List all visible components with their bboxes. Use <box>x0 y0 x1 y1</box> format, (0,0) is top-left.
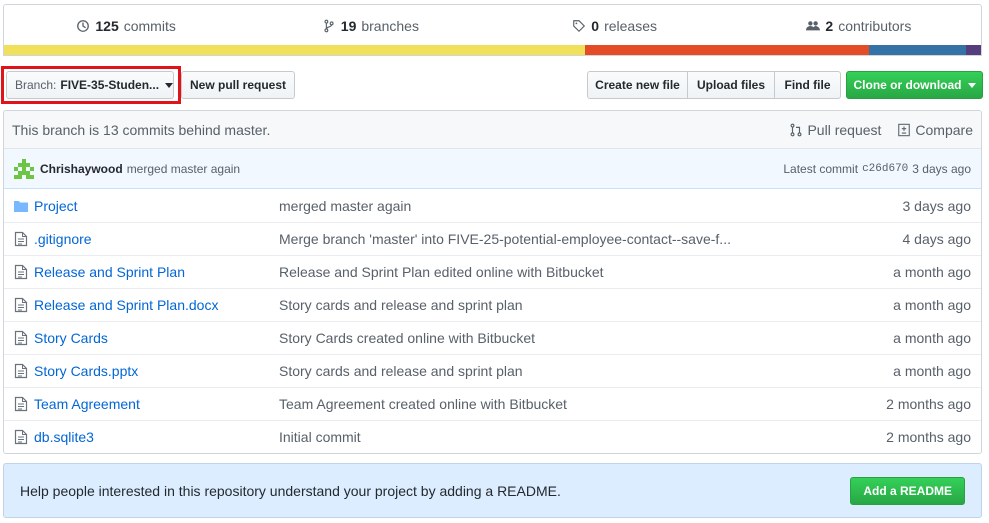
new-pull-request-button[interactable]: New pull request <box>181 71 295 99</box>
file-name-link[interactable]: Story Cards.pptx <box>34 363 279 379</box>
commits-count: 125 <box>95 18 119 34</box>
file-row: Team Agreement Team Agreement created onl… <box>4 387 981 420</box>
language-bar[interactable] <box>4 45 981 55</box>
commit-author[interactable]: Chrishaywood <box>40 162 123 176</box>
branches-label: branches <box>361 18 419 34</box>
file-icon <box>4 330 34 346</box>
contributors-count: 2 <box>825 18 834 34</box>
commits-stat[interactable]: 125 commits <box>4 5 248 47</box>
pull-request-link[interactable]: Pull request <box>789 122 881 138</box>
file-row: Project merged master again 3 days ago <box>4 189 981 222</box>
compare-link[interactable]: Compare <box>897 122 973 138</box>
file-name-link[interactable]: Story Cards <box>34 330 279 346</box>
pull-request-icon <box>791 123 802 136</box>
caret-down-icon <box>165 82 174 88</box>
upload-files-button[interactable]: Upload files <box>687 71 775 99</box>
language-segment[interactable] <box>966 45 981 55</box>
latest-commit-prefix: Latest commit <box>783 161 859 176</box>
latest-commit-bar: Chrishaywood merged master again Latest … <box>4 149 981 189</box>
file-commit-message[interactable]: Team Agreement created online with Bitbu… <box>279 396 831 412</box>
commit-message[interactable]: merged master again <box>127 162 240 176</box>
file-commit-age: a month ago <box>893 363 971 379</box>
branches-stat[interactable]: 19 branches <box>248 5 492 47</box>
file-name-link[interactable]: Team Agreement <box>34 396 279 412</box>
commit-sha[interactable]: c26d670 <box>862 163 908 175</box>
readme-prompt-text: Help people interested in this repositor… <box>20 482 561 499</box>
file-commit-message[interactable]: Merge branch 'master' into FIVE-25-poten… <box>279 231 831 247</box>
file-commit-message[interactable]: Story Cards created online with Bitbucke… <box>279 330 831 346</box>
compare-label: Compare <box>915 121 973 138</box>
diff-icon <box>898 123 911 136</box>
caret-down-icon <box>967 82 976 88</box>
branches-count: 19 <box>340 18 357 34</box>
file-commit-message[interactable]: Story cards and release and sprint plan <box>279 297 831 313</box>
file-actions-group: Create new file Upload files Find file <box>587 71 841 99</box>
contributors-stat[interactable]: 2 contributors <box>737 5 981 47</box>
file-commit-age: 3 days ago <box>902 197 972 214</box>
file-icon <box>4 429 34 445</box>
create-new-file-button[interactable]: Create new file <box>587 71 688 99</box>
file-commit-message[interactable]: Story cards and release and sprint plan <box>279 363 831 379</box>
repo-summary: 125 commits 19 branches 0 releases 2 con… <box>3 4 982 56</box>
add-readme-button[interactable]: Add a README <box>850 476 965 505</box>
tag-icon <box>573 20 586 33</box>
file-list: Project merged master again 3 days ago .git… <box>4 189 981 453</box>
file-commit-age: 4 days ago <box>902 231 972 247</box>
file-row: Story Cards.pptx Story cards and release … <box>4 354 981 387</box>
readme-prompt: Help people interested in this repositor… <box>3 463 982 518</box>
file-icon <box>4 231 34 247</box>
clone-or-download-label: Clone or download <box>853 78 962 92</box>
branch-status-bar: This branch is 13 commits behind master.… <box>4 111 981 149</box>
file-name-link[interactable]: Project <box>34 198 279 214</box>
file-commit-message[interactable]: merged master again <box>279 198 831 214</box>
file-row: Release and Sprint Plan.docx Story cards … <box>4 288 981 321</box>
file-name-link[interactable]: db.sqlite3 <box>34 429 279 445</box>
branch-select-button[interactable]: Branch: FIVE-35-Studen... <box>6 71 174 99</box>
file-icon <box>4 396 34 412</box>
history-icon <box>77 20 90 32</box>
file-commit-message[interactable]: Initial commit <box>279 429 831 445</box>
language-segment[interactable] <box>868 45 967 55</box>
language-segment[interactable] <box>585 45 869 55</box>
file-commit-age: 2 months ago <box>886 429 971 445</box>
file-commit-age: a month ago <box>893 330 971 346</box>
file-commit-age: a month ago <box>893 264 971 280</box>
file-commit-age: 2 months ago <box>886 396 971 412</box>
file-row: Story Cards Story Cards created online wi… <box>4 321 981 354</box>
commit-age: 3 days ago <box>912 161 971 176</box>
find-file-button[interactable]: Find file <box>774 71 841 99</box>
git-branch-icon <box>324 19 334 33</box>
pull-request-label: Pull request <box>807 121 882 138</box>
language-segment[interactable] <box>4 45 586 55</box>
file-row: db.sqlite3 Initial commit 2 months ago <box>4 420 981 453</box>
releases-label: releases <box>604 18 657 34</box>
branch-value: FIVE-35-Studen... <box>60 78 160 92</box>
releases-stat[interactable]: 0 releases <box>493 5 737 47</box>
branch-status-text: This branch is 13 commits behind master. <box>12 121 271 138</box>
releases-count: 0 <box>591 18 600 34</box>
file-name-link[interactable]: Release and Sprint Plan <box>34 264 279 280</box>
file-icon <box>4 297 34 313</box>
branch-label: Branch: <box>15 78 57 92</box>
file-table: This branch is 13 commits behind master.… <box>3 110 982 454</box>
file-icon <box>4 264 34 280</box>
avatar[interactable] <box>14 158 34 179</box>
file-row: Release and Sprint Plan Release and Sprin… <box>4 255 981 288</box>
commits-label: commits <box>123 18 176 34</box>
folder-icon <box>4 198 34 214</box>
file-icon <box>4 363 34 379</box>
file-row: .gitignore Merge branch 'master' into FIV… <box>4 222 981 255</box>
file-name-link[interactable]: .gitignore <box>34 231 279 247</box>
clone-or-download-button[interactable]: Clone or download <box>846 71 983 99</box>
contributors-label: contributors <box>838 18 912 34</box>
file-commit-message[interactable]: Release and Sprint Plan edited online wi… <box>279 264 831 280</box>
file-commit-age: a month ago <box>893 297 971 313</box>
file-name-link[interactable]: Release and Sprint Plan.docx <box>34 297 279 313</box>
people-icon <box>806 21 821 31</box>
